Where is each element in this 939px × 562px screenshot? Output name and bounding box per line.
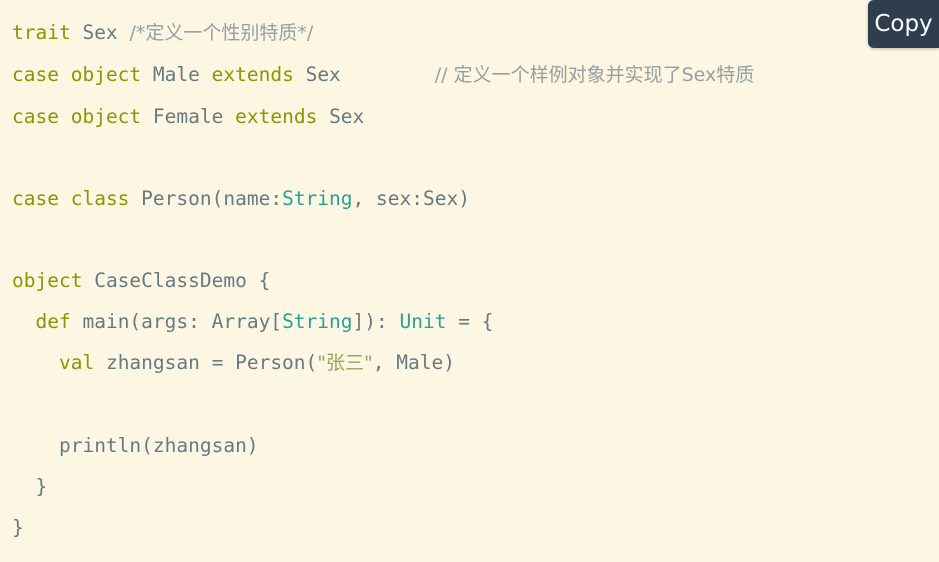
copy-button[interactable]: Copy bbox=[868, 0, 939, 48]
block-comment: /*定义一个性别特质*/ bbox=[129, 22, 314, 44]
object-name-male: Male bbox=[152, 63, 200, 86]
code-line-9: val zhangsan = Person("张三", Male) bbox=[12, 342, 939, 384]
brace-close-method: } bbox=[35, 475, 48, 498]
keyword-case: case bbox=[12, 63, 59, 86]
keyword-object: object bbox=[70, 105, 142, 128]
type-unit: Unit bbox=[399, 310, 447, 333]
code-line-3: case object Female extends Sex bbox=[12, 96, 939, 137]
code-line-12: } bbox=[12, 466, 939, 507]
assignment-open-brace: = { bbox=[446, 310, 494, 333]
object-name-female: Female bbox=[152, 105, 224, 128]
code-line-2: case object Male extends Sex // 定义一个样例对象… bbox=[12, 54, 939, 96]
keyword-object: object bbox=[12, 269, 83, 292]
type-name-sex: Sex bbox=[82, 21, 118, 44]
keyword-def: def bbox=[35, 310, 71, 333]
line-comment: // 定义一个样例对象并实现了Sex特质 bbox=[434, 64, 755, 86]
signature-after-type: ]): bbox=[352, 310, 400, 333]
type-name-sex: Sex bbox=[305, 63, 341, 86]
param-separator: , bbox=[352, 187, 377, 210]
keyword-class: class bbox=[70, 187, 130, 210]
type-name-sex: Sex bbox=[329, 105, 365, 128]
method-signature-main: main(args: Array[ bbox=[82, 310, 283, 333]
type-string: String bbox=[282, 187, 353, 210]
code-line-8: def main(args: Array[String]): Unit = { bbox=[12, 301, 939, 342]
code-line-6-blank bbox=[12, 219, 939, 260]
keyword-object: object bbox=[70, 63, 142, 86]
param-sex: sex:Sex bbox=[376, 187, 459, 210]
string-literal: "张三" bbox=[317, 352, 373, 374]
variable-assignment: zhangsan = Person( bbox=[105, 351, 318, 374]
keyword-case: case bbox=[12, 187, 59, 210]
code-line-7: object CaseClassDemo { bbox=[12, 260, 939, 301]
code-line-5: case class Person(name:String, sex:Sex) bbox=[12, 178, 939, 219]
keyword-extends: extends bbox=[211, 63, 294, 86]
code-snippet-panel: trait Sex /*定义一个性别特质*/case object Male e… bbox=[0, 0, 939, 562]
println-call: println(zhangsan) bbox=[58, 434, 259, 457]
class-name-person: Person bbox=[141, 187, 212, 210]
code-line-11: println(zhangsan) bbox=[12, 425, 939, 466]
object-name-caseclassdemo: CaseClassDemo bbox=[94, 269, 247, 292]
type-string: String bbox=[282, 310, 353, 333]
keyword-val: val bbox=[58, 351, 95, 374]
brace-open: { bbox=[258, 269, 271, 292]
paren-close: ) bbox=[458, 187, 470, 210]
code-line-10-blank bbox=[12, 384, 939, 425]
paren-open: ( bbox=[211, 187, 224, 210]
scala-code-block[interactable]: trait Sex /*定义一个性别特质*/case object Male e… bbox=[0, 0, 939, 548]
constructor-args-rest: , Male) bbox=[372, 351, 455, 374]
brace-close-object: } bbox=[12, 516, 24, 539]
code-line-4-blank bbox=[12, 137, 939, 178]
param-name: name: bbox=[223, 187, 283, 210]
code-line-1: trait Sex /*定义一个性别特质*/ bbox=[12, 12, 939, 54]
keyword-trait: trait bbox=[12, 21, 71, 44]
code-line-13: } bbox=[12, 507, 939, 548]
keyword-case: case bbox=[12, 105, 59, 128]
keyword-extends: extends bbox=[235, 105, 318, 128]
